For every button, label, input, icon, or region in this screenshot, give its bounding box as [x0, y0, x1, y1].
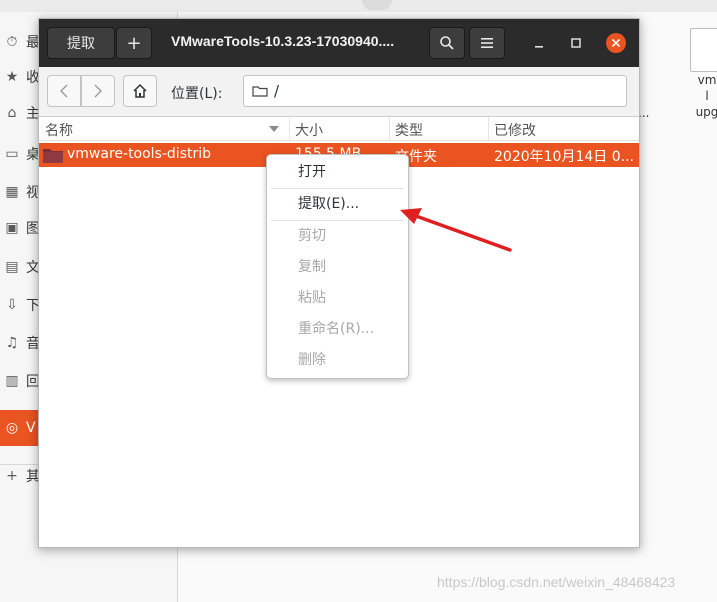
home-icon: ⌂: [7, 105, 17, 121]
column-header-modified[interactable]: 已修改: [494, 120, 536, 140]
menu-item-paste[interactable]: 粘贴: [267, 283, 408, 314]
location-path: /: [274, 82, 280, 100]
home-button[interactable]: [123, 75, 157, 107]
column-header-row: 名称 大小 类型 已修改: [39, 117, 639, 141]
download-icon: ⇩: [6, 297, 18, 313]
background-file-label: vm l upg: [695, 73, 717, 119]
location-toolbar: 位置(L): /: [39, 67, 639, 117]
menu-button[interactable]: [469, 27, 505, 59]
background-file-icon[interactable]: [690, 28, 717, 72]
column-divider: [389, 117, 390, 141]
menu-item-copy[interactable]: 复制: [267, 252, 408, 283]
folder-icon: [43, 149, 63, 163]
background-tab-edge: [362, 0, 392, 10]
column-divider: [488, 117, 489, 141]
column-divider: [289, 117, 290, 141]
music-icon: ♫: [5, 335, 19, 351]
sort-descending-icon[interactable]: [269, 126, 279, 132]
menu-item-cut[interactable]: 剪切: [267, 221, 408, 252]
minimize-button[interactable]: [529, 33, 549, 53]
location-field[interactable]: /: [243, 75, 627, 107]
row-modified: 2020年10月14日 0...: [494, 149, 634, 165]
maximize-button[interactable]: [566, 33, 586, 53]
search-icon: [440, 36, 454, 50]
sidebar-item-label: V: [26, 420, 36, 436]
location-label: 位置(L):: [171, 86, 223, 102]
trash-icon: ▥: [5, 373, 19, 389]
background-top-strip: [0, 0, 717, 12]
menu-item-open[interactable]: 打开: [267, 157, 408, 188]
search-button[interactable]: [429, 27, 465, 59]
maximize-icon: [571, 38, 581, 48]
column-header-type[interactable]: 类型: [395, 120, 423, 140]
extract-button[interactable]: 提取: [47, 27, 115, 59]
menu-item-delete[interactable]: 删除: [267, 345, 408, 376]
title-bar: 提取 + VMwareTools-10.3.23-17030940....: [39, 19, 639, 67]
hamburger-icon: [481, 38, 493, 48]
chevron-right-icon: [94, 84, 102, 98]
context-menu: 打开 提取(E)... 剪切 复制 粘贴 重命名(R)... 删除: [266, 154, 409, 379]
clock-icon: ⏱: [6, 34, 18, 50]
desktop-icon: ▭: [5, 146, 19, 162]
menu-item-extract[interactable]: 提取(E)...: [267, 189, 408, 220]
close-icon: [612, 39, 620, 47]
window-title: VMwareTools-10.3.23-17030940....: [171, 33, 395, 49]
menu-item-rename[interactable]: 重命名(R)...: [267, 314, 408, 345]
disc-icon: ◎: [5, 420, 19, 436]
watermark-text: https://blog.csdn.net/weixin_48468423: [437, 574, 676, 590]
close-button[interactable]: [606, 33, 626, 53]
column-header-name[interactable]: 名称: [45, 120, 73, 140]
row-name: vmware-tools-distrib: [67, 146, 212, 162]
add-button[interactable]: +: [116, 27, 152, 59]
minimize-icon: [535, 46, 543, 48]
home-icon: [133, 83, 147, 98]
document-icon: ▤: [5, 259, 19, 275]
forward-button[interactable]: [81, 75, 115, 107]
picture-icon: ▣: [5, 220, 19, 236]
plus-icon: +: [6, 468, 18, 484]
video-icon: ▦: [5, 184, 19, 200]
star-icon: ★: [5, 69, 19, 85]
folder-icon: [252, 86, 268, 97]
back-button[interactable]: [47, 75, 81, 107]
column-header-size[interactable]: 大小: [295, 120, 323, 140]
chevron-left-icon: [60, 84, 68, 98]
